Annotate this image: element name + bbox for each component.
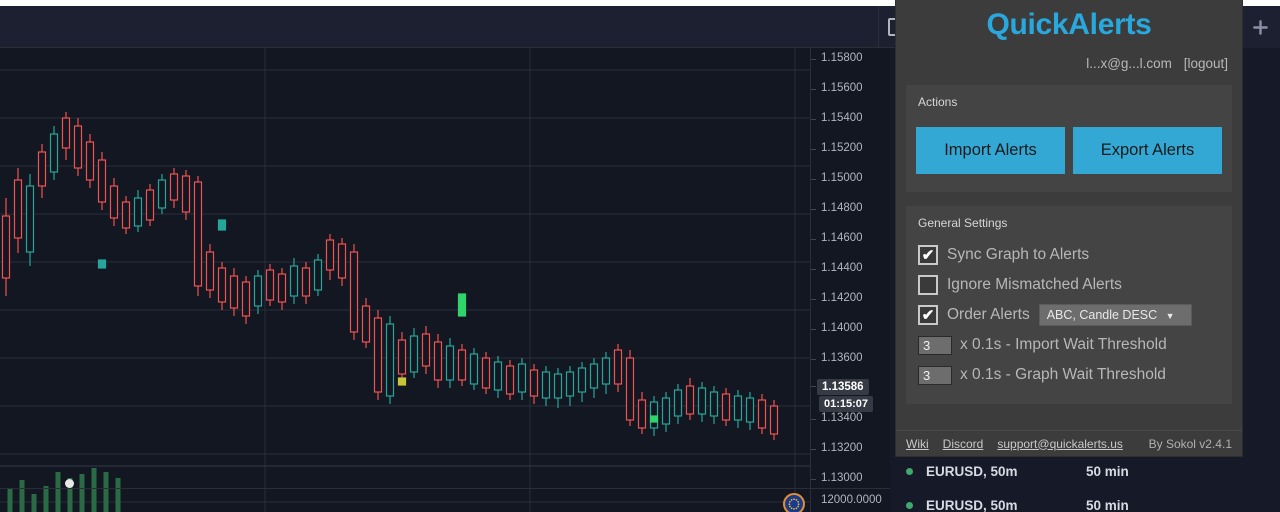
add-tab-button[interactable]: [1240, 6, 1280, 48]
general-settings-section: General Settings ✔ Sync Graph to Alerts …: [906, 206, 1232, 404]
check-mark-icon: ✔: [921, 306, 935, 324]
account-row: l...x@g...l.com [logout]: [896, 42, 1242, 71]
quickalerts-panel: QuickAlerts l...x@g...l.com [logout] Act…: [896, 0, 1242, 456]
current-price-badge: 1.13586: [817, 379, 869, 395]
order-alerts-selected-option: ABC, Candle DESC: [1046, 308, 1158, 322]
panel-title: QuickAlerts: [986, 8, 1152, 41]
eu-flag-icon[interactable]: [783, 493, 805, 512]
candle-countdown-badge: 01:15:07: [819, 396, 874, 412]
axis-tick: [811, 419, 816, 420]
account-email: l...x@g...l.com: [1086, 56, 1172, 71]
setting-row-graph-wait: 3 x 0.1s - Graph Wait Threshold: [906, 360, 1232, 390]
panel-footer: Wiki Discord support@quickalerts.us By S…: [896, 430, 1242, 456]
status-badge: [906, 467, 913, 475]
axis-tick: [811, 299, 816, 300]
status-badge: [906, 501, 913, 509]
setting-row-import-wait: 3 x 0.1s - Import Wait Threshold: [906, 330, 1232, 360]
volume-marker-dot: [65, 479, 74, 488]
actions-buttons-row: Import Alerts Export Alerts: [906, 109, 1232, 192]
axis-tick: [811, 209, 816, 210]
candlestick-chart[interactable]: [0, 48, 810, 512]
sync-graph-checkbox[interactable]: ✔: [918, 245, 938, 265]
setting-row-sync-graph: ✔ Sync Graph to Alerts: [906, 240, 1232, 270]
check-mark-icon: ✔: [921, 246, 935, 264]
alert-symbol: EURUSD, 50m: [926, 463, 1018, 479]
axis-tick: [811, 59, 816, 60]
axis-tick: [811, 149, 816, 150]
application-root: Unnamed: [0, 0, 1280, 512]
axis-tick: [811, 179, 816, 180]
order-alerts-checkbox[interactable]: ✔: [918, 305, 938, 325]
price-axis[interactable]: 1.15800 1.15600 1.15400 1.15200 1.15000 …: [810, 48, 890, 512]
axis-separator: [0, 488, 890, 489]
price-label: 1.15200: [821, 142, 863, 154]
price-label: 1.14600: [821, 232, 863, 244]
actions-section-label: Actions: [918, 95, 958, 109]
import-wait-label: x 0.1s - Import Wait Threshold: [960, 336, 1167, 353]
price-label: 1.14000: [821, 322, 863, 334]
price-label: 1.14200: [821, 292, 863, 304]
alert-duration: 50 min: [1086, 497, 1129, 512]
actions-section: Actions Import Alerts Export Alerts: [906, 85, 1232, 192]
eu-stars-icon: [788, 498, 800, 510]
tab-bar: [1240, 6, 1280, 48]
volume-scale-label: 12000.0000: [821, 494, 882, 506]
ignore-mismatched-label: Ignore Mismatched Alerts: [947, 276, 1122, 293]
price-label: 1.15000: [821, 172, 863, 184]
discord-link[interactable]: Discord: [943, 437, 984, 451]
order-alerts-label: Order Alerts: [947, 306, 1030, 323]
axis-tick: [811, 239, 816, 240]
export-alerts-button[interactable]: Export Alerts: [1073, 127, 1222, 174]
general-settings-label: General Settings: [918, 216, 1008, 230]
axis-tick: [811, 359, 816, 360]
price-label: 1.15800: [821, 52, 863, 64]
axis-tick: [811, 386, 816, 387]
order-alerts-select[interactable]: ABC, Candle DESC ▼: [1038, 304, 1192, 326]
version-credit: By Sokol v2.4.1: [1148, 436, 1232, 451]
price-label: 1.14800: [821, 202, 863, 214]
graph-wait-input[interactable]: 3: [918, 365, 952, 385]
import-wait-value: 3: [923, 337, 931, 353]
import-alerts-button[interactable]: Import Alerts: [916, 127, 1065, 174]
price-label: 1.14400: [821, 262, 863, 274]
axis-tick: [811, 329, 816, 330]
chevron-down-icon: ▼: [1165, 311, 1175, 321]
axis-tick: [811, 449, 816, 450]
plus-icon: [1253, 19, 1268, 35]
import-wait-input[interactable]: 3: [918, 335, 952, 355]
price-label: 1.13600: [821, 352, 863, 364]
price-label: 1.13400: [821, 412, 863, 424]
alert-symbol: EURUSD, 50m: [926, 497, 1018, 512]
support-email-link[interactable]: support@quickalerts.us: [997, 437, 1123, 451]
axis-tick: [811, 89, 816, 90]
axis-tick: [811, 269, 816, 270]
alert-duration: 50 min: [1086, 463, 1129, 479]
logout-link[interactable]: [logout]: [1184, 56, 1228, 71]
axis-tick: [811, 119, 816, 120]
graph-wait-value: 3: [923, 367, 931, 383]
ignore-mismatched-checkbox[interactable]: [918, 275, 938, 295]
setting-row-ignore-mismatched: Ignore Mismatched Alerts: [906, 270, 1232, 300]
price-label: 1.13200: [821, 442, 863, 454]
setting-row-order-alerts: ✔ Order Alerts ABC, Candle DESC ▼: [906, 300, 1232, 330]
price-label: 1.15400: [821, 112, 863, 124]
graph-wait-label: x 0.1s - Graph Wait Threshold: [960, 366, 1166, 383]
sync-graph-label: Sync Graph to Alerts: [947, 246, 1090, 263]
axis-tick: [811, 479, 816, 480]
price-label: 1.15600: [821, 82, 863, 94]
price-label: 1.13000: [821, 472, 863, 484]
list-item[interactable]: EURUSD, 50m 50 min: [890, 454, 1280, 488]
wiki-link[interactable]: Wiki: [906, 437, 929, 451]
list-item[interactable]: EURUSD, 50m 50 min: [890, 488, 1280, 512]
